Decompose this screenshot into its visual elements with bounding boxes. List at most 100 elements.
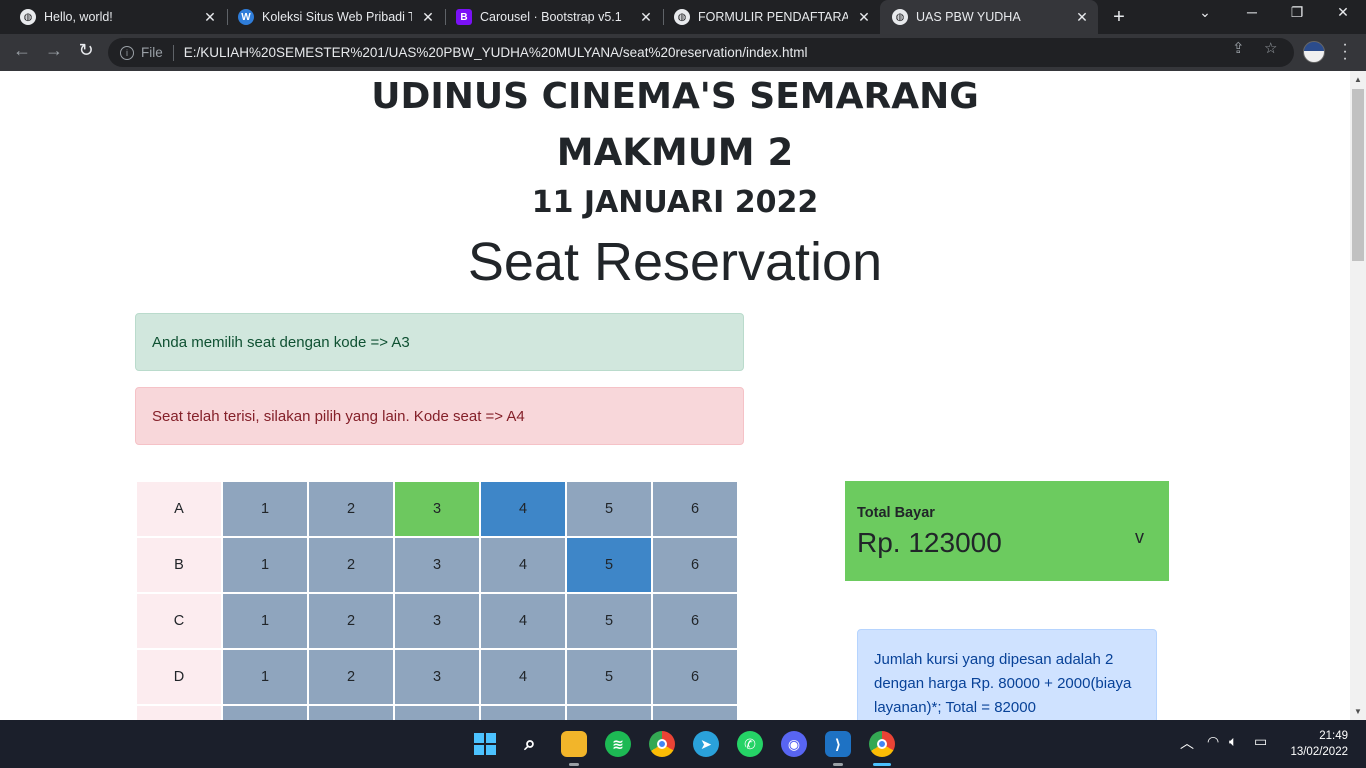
- seat-button[interactable]: [565, 704, 653, 720]
- menu-kebab-icon[interactable]: · · ·: [1338, 37, 1352, 67]
- seat-button[interactable]: 6: [651, 592, 739, 650]
- back-button[interactable]: ←: [10, 40, 34, 61]
- browser-tab-active[interactable]: ◍ UAS PBW YUDHA ✕: [880, 0, 1098, 34]
- seat-row: D123456: [135, 648, 739, 706]
- seat-button[interactable]: [479, 704, 567, 720]
- seat-button[interactable]: 6: [651, 648, 739, 706]
- browser-tab[interactable]: W Koleksi Situs Web Pribadi Ter ✕: [218, 0, 444, 34]
- restore-button[interactable]: ❐: [1285, 4, 1309, 21]
- seat-button[interactable]: 6: [651, 536, 739, 594]
- seat-button[interactable]: 2: [307, 648, 395, 706]
- seat-button[interactable]: 4: [479, 592, 567, 650]
- scroll-down-arrow-icon[interactable]: ▼: [1350, 707, 1366, 716]
- seat-button[interactable]: 5: [565, 648, 653, 706]
- seat-button[interactable]: [307, 704, 395, 720]
- show-date: 11 JANUARI 2022: [531, 185, 819, 220]
- scroll-up-arrow-icon[interactable]: ▲: [1350, 75, 1366, 84]
- profile-avatar[interactable]: [1303, 41, 1325, 63]
- movie-title: MAKMUM 2: [556, 131, 794, 174]
- seat-button[interactable]: 5: [565, 592, 653, 650]
- battery-icon[interactable]: ▭: [1254, 733, 1267, 750]
- address-bar[interactable]: i File E:/KULIAH%20SEMESTER%201/UAS%20PB…: [108, 38, 1294, 67]
- alert-danger-text: Seat telah terisi, silakan pilih yang la…: [152, 407, 525, 425]
- browser-tab-bar: ◍ Hello, world! ✕ W Koleksi Situs Web Pr…: [0, 0, 1366, 34]
- seat-map: A123456B123456C123456D123456: [135, 480, 739, 720]
- seat-button[interactable]: [221, 704, 309, 720]
- wifi-icon[interactable]: ◠: [1207, 733, 1219, 750]
- close-tab-icon[interactable]: ✕: [856, 9, 872, 26]
- globe-icon: ◍: [20, 9, 36, 25]
- seat-button[interactable]: 4: [479, 536, 567, 594]
- scrollbar-thumb[interactable]: [1352, 89, 1364, 261]
- total-amount: Rp. 123000: [857, 527, 1002, 558]
- browser-tab[interactable]: B Carousel · Bootstrap v5.1 ✕: [436, 0, 662, 34]
- search-icon[interactable]: ⌕: [517, 731, 543, 757]
- volume-icon[interactable]: 🔈︎: [1229, 733, 1237, 750]
- total-toggle-button[interactable]: v: [1135, 527, 1144, 548]
- seat-button[interactable]: 1: [221, 592, 309, 650]
- alert-success-text: Anda memilih seat dengan kode => A3: [152, 333, 410, 351]
- chrome-profile-icon[interactable]: [869, 731, 895, 757]
- seat-button[interactable]: 2: [307, 480, 395, 538]
- seat-button[interactable]: 4: [479, 648, 567, 706]
- total-label: Total Bayar: [857, 505, 935, 521]
- globe-icon: ◍: [892, 9, 908, 25]
- seat-row: B123456: [135, 536, 739, 594]
- url-text[interactable]: E:/KULIAH%20SEMESTER%201/UAS%20PBW_YUDHA…: [184, 45, 808, 60]
- page-heading: Seat Reservation: [467, 232, 883, 292]
- seat-button[interactable]: 1: [221, 480, 309, 538]
- seat-button[interactable]: 3: [393, 592, 481, 650]
- chrome-icon[interactable]: [649, 731, 675, 757]
- page-content: UDINUS CINEMA'S SEMARANG MAKMUM 2 11 JAN…: [0, 71, 1350, 720]
- tab-search-chevron-icon[interactable]: ⌄: [1193, 4, 1217, 21]
- info-icon[interactable]: i: [120, 45, 134, 60]
- seat-button[interactable]: [651, 704, 739, 720]
- wordpress-icon: W: [238, 9, 254, 25]
- seat-button[interactable]: [393, 704, 481, 720]
- seat-row-partial: [135, 704, 739, 720]
- discord-icon[interactable]: ◉: [781, 731, 807, 757]
- seat-button[interactable]: 1: [221, 536, 309, 594]
- seat-row-label: B: [135, 536, 223, 594]
- reload-button[interactable]: ↻: [74, 40, 98, 61]
- bookmark-star-icon[interactable]: ☆: [1264, 39, 1277, 57]
- browser-tab[interactable]: ◍ FORMULIR PENDAFTARAN ✕: [654, 0, 880, 34]
- seat-button[interactable]: 3: [393, 480, 481, 538]
- close-window-button[interactable]: ✕: [1331, 4, 1355, 21]
- forward-button[interactable]: →: [42, 40, 66, 61]
- bootstrap-icon: B: [456, 9, 472, 25]
- taskbar-clock[interactable]: 21:49 13/02/2022: [1284, 728, 1348, 760]
- file-explorer-icon[interactable]: [561, 731, 587, 757]
- share-icon[interactable]: ⇪: [1232, 39, 1245, 57]
- new-tab-button[interactable]: +: [1108, 6, 1130, 29]
- seat-row-label: [135, 704, 223, 720]
- vscode-icon[interactable]: ⟩: [825, 731, 851, 757]
- seat-button[interactable]: 6: [651, 480, 739, 538]
- windows-start-icon[interactable]: [472, 731, 498, 757]
- seat-button[interactable]: 1: [221, 648, 309, 706]
- telegram-icon[interactable]: ➤: [693, 731, 719, 757]
- seat-button[interactable]: 5: [565, 480, 653, 538]
- seat-button[interactable]: 3: [393, 648, 481, 706]
- close-tab-icon[interactable]: ✕: [1074, 9, 1090, 26]
- seat-row-label: A: [135, 480, 223, 538]
- seat-button[interactable]: 2: [307, 592, 395, 650]
- spotify-icon[interactable]: ≋: [605, 731, 631, 757]
- close-tab-icon[interactable]: ✕: [638, 9, 654, 26]
- seat-button[interactable]: 4: [479, 480, 567, 538]
- order-info-alert: Jumlah kursi yang dipesan adalah 2 denga…: [857, 629, 1157, 720]
- seat-button[interactable]: 2: [307, 536, 395, 594]
- minimize-button[interactable]: ─: [1240, 4, 1264, 20]
- tray-chevron-up-icon[interactable]: ︿: [1180, 733, 1194, 753]
- whatsapp-icon[interactable]: ✆: [737, 731, 763, 757]
- seat-button[interactable]: 5: [565, 536, 653, 594]
- seat-button[interactable]: 3: [393, 536, 481, 594]
- browser-tab[interactable]: ◍ Hello, world! ✕: [0, 0, 226, 34]
- close-tab-icon[interactable]: ✕: [202, 9, 218, 26]
- seat-row: C123456: [135, 592, 739, 650]
- page-scrollbar[interactable]: ▲ ▼: [1350, 71, 1366, 720]
- windows-taskbar: ⌕ ≋ ➤ ✆ ◉ ⟩ ︿ ◠ 🔈︎ ▭ 21:49 13/02/2022: [0, 720, 1366, 768]
- total-payment-card: Total Bayar Rp. 123000 v: [845, 481, 1169, 581]
- alert-success: Anda memilih seat dengan kode => A3: [135, 313, 744, 371]
- close-tab-icon[interactable]: ✕: [420, 9, 436, 26]
